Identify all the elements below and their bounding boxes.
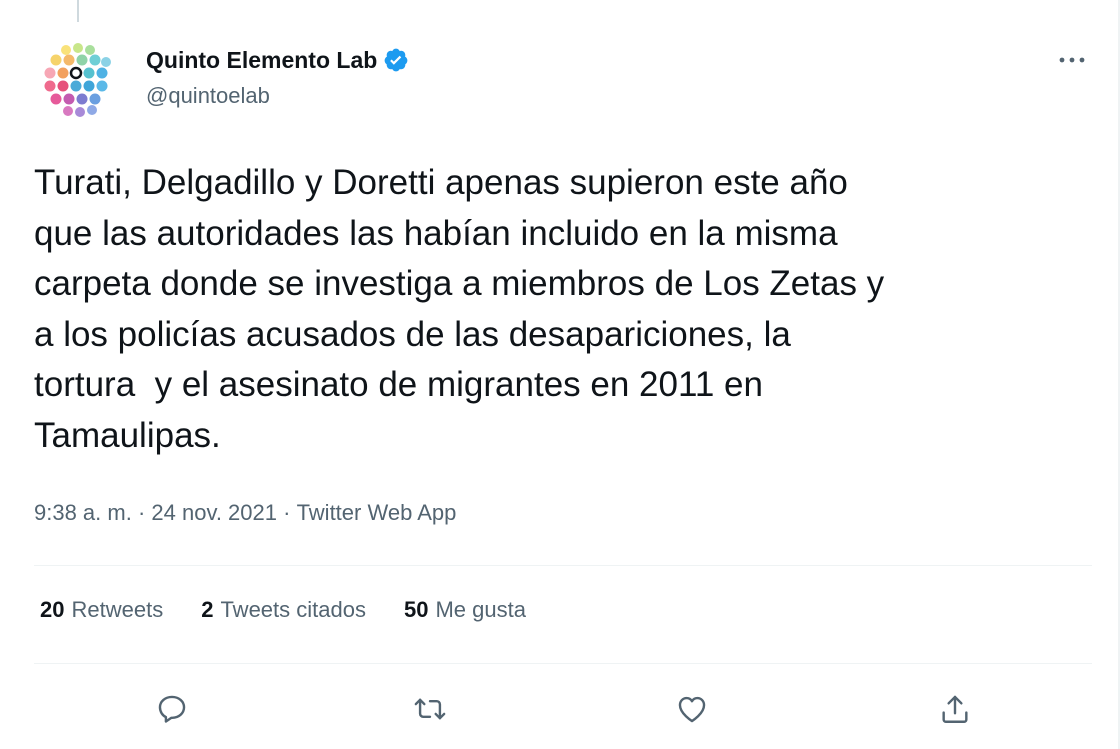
tweet-actions (0, 684, 1120, 734)
like-icon (678, 696, 706, 723)
display-name[interactable]: Quinto Elemento Lab (146, 47, 377, 74)
tweet-source[interactable]: Twitter Web App (297, 500, 457, 526)
tweet-stats: 20 Retweets 2 Tweets citados 50 Me gusta (40, 597, 526, 623)
reply-button[interactable] (147, 684, 197, 734)
tweet-meta: 9:38 a. m. · 24 nov. 2021 · Twitter Web … (34, 500, 456, 526)
tweet-time[interactable]: 9:38 a. m. (34, 500, 132, 526)
user-info: Quinto Elemento Lab @quintoelab (146, 44, 409, 109)
quotes-label: Tweets citados (220, 597, 366, 622)
thread-line (77, 0, 79, 22)
retweet-icon (414, 698, 446, 720)
meta-separator: · (131, 500, 152, 525)
reply-icon (158, 695, 186, 723)
quotes-count: 2 (201, 597, 214, 622)
tweet-header: Quinto Elemento Lab @quintoelab (36, 36, 1096, 124)
avatar[interactable] (36, 36, 120, 120)
verified-badge-icon (384, 48, 408, 72)
share-button[interactable] (930, 684, 980, 734)
display-name-row: Quinto Elemento Lab (146, 44, 409, 76)
divider (34, 565, 1092, 566)
retweets-count: 20 (40, 597, 65, 622)
retweets-stat[interactable]: 20 Retweets (40, 597, 163, 623)
likes-count: 50 (403, 597, 429, 622)
retweet-button[interactable] (405, 684, 455, 734)
retweets-label: Retweets (71, 597, 164, 622)
share-icon (942, 695, 968, 723)
quotes-stat[interactable]: 2 Tweets citados (201, 597, 366, 623)
likes-stat[interactable]: 50 Me gusta (404, 597, 526, 623)
quintoelab-logo-icon (36, 36, 120, 120)
more-options-icon[interactable] (1054, 48, 1090, 72)
meta-separator: · (277, 500, 297, 525)
tweet-text: Turati, Delgadillo y Doretti apenas supi… (34, 163, 885, 455)
tweet-date[interactable]: 24 nov. 2021 (151, 500, 277, 526)
like-button[interactable] (667, 684, 717, 734)
divider (34, 663, 1092, 664)
likes-label: Me gusta (435, 597, 526, 622)
user-handle[interactable]: @quintoelab (146, 83, 409, 109)
